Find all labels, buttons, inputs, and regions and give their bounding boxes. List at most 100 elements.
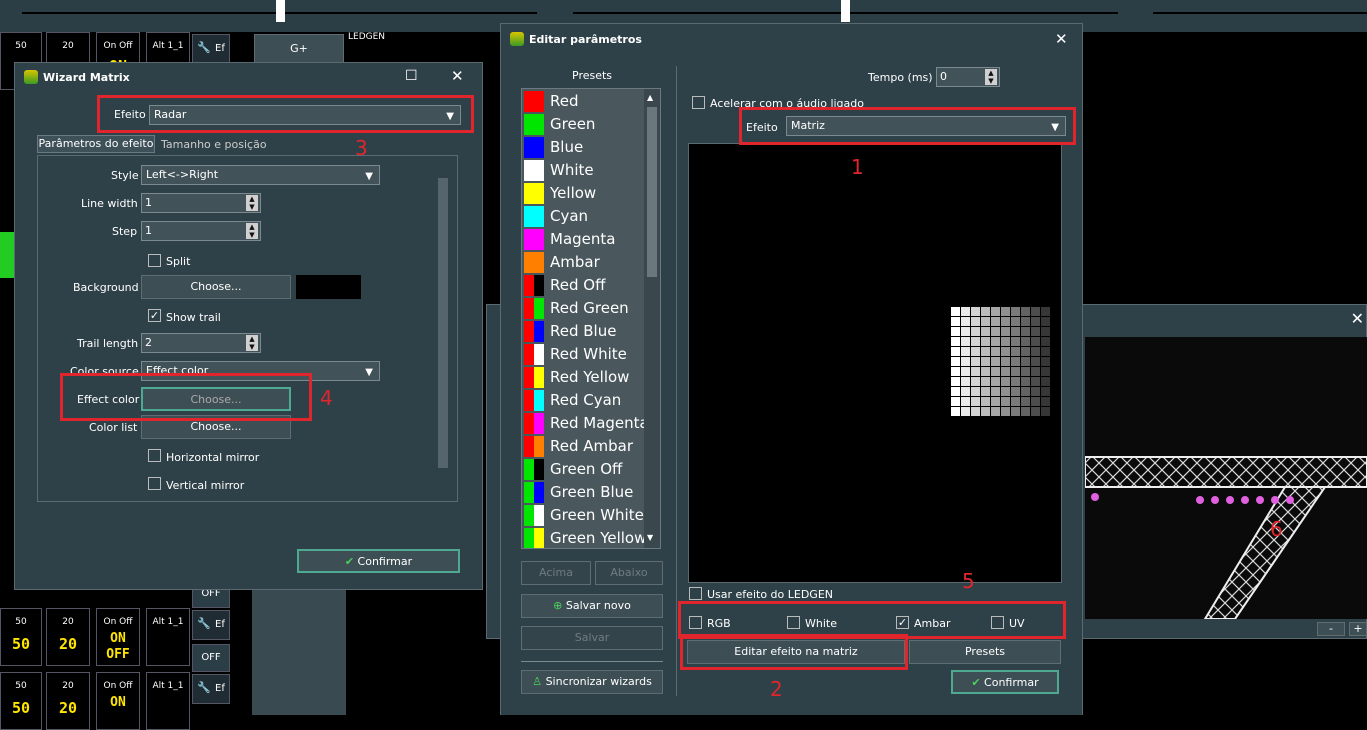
- channel-cell[interactable]: Alt 1_1: [146, 608, 190, 666]
- app-icon: [510, 32, 524, 46]
- preset-item[interactable]: Red Blue: [522, 320, 643, 343]
- preset-item[interactable]: Green Yellow: [522, 527, 646, 548]
- channel-cell[interactable]: 20 20: [46, 672, 90, 730]
- preset-item[interactable]: Red Yellow: [522, 366, 643, 389]
- preset-item[interactable]: Green: [522, 113, 643, 136]
- preset-label: Red Green: [550, 299, 629, 317]
- spin-arrows-icon[interactable]: ▲ ▼: [246, 335, 258, 351]
- chevron-down-icon[interactable]: ▼: [647, 533, 653, 542]
- matrix-pixel: [961, 317, 970, 326]
- preset-item[interactable]: Red Cyan: [522, 389, 643, 412]
- close-icon[interactable]: ✕: [1055, 30, 1068, 48]
- matrix-pixel: [1011, 337, 1020, 346]
- style-select[interactable]: Left<->Right ▼: [141, 165, 380, 185]
- preset-item[interactable]: Cyan: [522, 205, 643, 228]
- move-down-button[interactable]: Abaixo: [595, 561, 663, 585]
- matrix-pixel: [951, 307, 960, 316]
- background-color-swatch[interactable]: [296, 275, 361, 299]
- spin-arrows-icon[interactable]: ▲ ▼: [246, 223, 258, 239]
- matrix-preview[interactable]: [688, 143, 1062, 583]
- channel-cell[interactable]: On Off ON: [96, 672, 140, 730]
- annotation-box-1: [739, 107, 1076, 145]
- cell-label: On Off: [103, 617, 133, 627]
- preset-label: Green Blue: [550, 483, 634, 501]
- off-button[interactable]: OFF: [192, 644, 230, 672]
- channel-cell[interactable]: 20 20: [46, 608, 90, 666]
- preset-item[interactable]: Red Green: [522, 297, 643, 320]
- preset-item[interactable]: Red Off: [522, 274, 643, 297]
- audio-checkbox[interactable]: [692, 96, 705, 109]
- channel-cell[interactable]: Alt 1_1: [146, 672, 190, 730]
- preset-item[interactable]: Red Ambar: [522, 435, 643, 458]
- sync-wizards-button[interactable]: ♙ Sincronizar wizards: [521, 670, 663, 694]
- fader-marker[interactable]: [276, 0, 285, 22]
- preset-item[interactable]: Green White: [522, 504, 644, 527]
- save-button[interactable]: Salvar: [521, 626, 663, 650]
- wizard-confirm-button[interactable]: ✔ Confirmar: [297, 549, 460, 573]
- scrollbar-thumb[interactable]: [438, 178, 448, 468]
- matrix-pixel: [1031, 357, 1040, 366]
- tab-size-position[interactable]: Tamanho e posição: [161, 138, 267, 151]
- effect-cell[interactable]: 🔧 Ef: [192, 610, 230, 640]
- group-add-button[interactable]: G+: [254, 34, 344, 64]
- preset-item[interactable]: Red Magenta: [522, 412, 649, 435]
- scrollbar-thumb[interactable]: [647, 107, 657, 277]
- preset-label: Green Off: [550, 460, 623, 478]
- presets-scrollbar[interactable]: ▲ ▼: [644, 89, 660, 548]
- preset-item[interactable]: Red White: [522, 343, 643, 366]
- matrix-pixel: [1001, 397, 1010, 406]
- horizontal-mirror-checkbox[interactable]: [148, 449, 161, 462]
- spin-arrows-icon[interactable]: ▲ ▼: [985, 69, 997, 85]
- matrix-pixel: [981, 307, 990, 316]
- zoom-in-button[interactable]: +: [1349, 622, 1367, 636]
- preset-item[interactable]: Green Blue: [522, 481, 643, 504]
- check-circle-icon: ✔: [344, 555, 355, 568]
- zoom-out-button[interactable]: -: [1317, 622, 1345, 636]
- preset-item[interactable]: Yellow: [522, 182, 643, 205]
- spin-arrows-icon[interactable]: ▲ ▼: [246, 195, 258, 211]
- effect-cell[interactable]: 🔧 Ef: [192, 34, 230, 64]
- preset-item[interactable]: Red: [522, 90, 643, 113]
- save-new-button[interactable]: ⊕ Salvar novo: [521, 594, 663, 618]
- preset-color-swatch: [534, 436, 544, 457]
- effect-cell[interactable]: 🔧 Ef: [192, 674, 230, 704]
- background-choose-button[interactable]: Choose...: [141, 275, 291, 299]
- trail-length-spinbox[interactable]: 2 ▲ ▼: [141, 333, 261, 353]
- preset-item[interactable]: White: [522, 159, 643, 182]
- preset-item[interactable]: Blue: [522, 136, 643, 159]
- preset-item[interactable]: Green Off: [522, 458, 643, 481]
- chevron-up-icon[interactable]: ▲: [647, 93, 653, 102]
- channel-cell[interactable]: On Off ON OFF: [96, 608, 140, 666]
- tab-effect-params[interactable]: Parâmetros do efeito: [37, 135, 155, 153]
- divider: [521, 661, 663, 662]
- presets-button[interactable]: Presets: [909, 640, 1061, 664]
- presets-items: Red Green Blue White Yellow Cyan Magenta Ambar R…: [522, 90, 649, 548]
- maximize-icon[interactable]: ☐: [405, 68, 418, 84]
- preset-item[interactable]: Magenta: [522, 228, 643, 251]
- ledgen-label: LEDGEN: [348, 32, 386, 42]
- tempo-spinbox[interactable]: 0 ▲ ▼: [936, 67, 1000, 87]
- preset-item[interactable]: Ambar: [522, 251, 643, 274]
- channel-cell[interactable]: 50 50: [0, 608, 42, 666]
- vertical-mirror-checkbox[interactable]: [148, 477, 161, 490]
- scrollbar[interactable]: [436, 162, 450, 492]
- move-up-button[interactable]: Acima: [521, 561, 591, 585]
- trail-length-label: Trail length: [77, 337, 139, 350]
- editor-confirm-button[interactable]: ✔ Confirmar: [951, 670, 1059, 694]
- viewer-canvas[interactable]: [1084, 337, 1367, 620]
- channel-cell[interactable]: 50 50: [0, 672, 42, 730]
- matrix-pixel: [1011, 407, 1020, 416]
- presets-list[interactable]: Red Green Blue White Yellow Cyan Magenta Ambar R…: [521, 88, 661, 549]
- show-trail-checkbox[interactable]: ✓: [148, 309, 161, 322]
- matrix-pixel: [1001, 327, 1010, 336]
- cell-value: 20: [58, 635, 78, 653]
- split-checkbox[interactable]: [148, 254, 161, 267]
- use-ledgen-checkbox[interactable]: [689, 587, 702, 600]
- line-width-spinbox[interactable]: 1 ▲ ▼: [141, 193, 261, 213]
- effect-label: Ef: [215, 683, 225, 694]
- close-icon[interactable]: ✕: [451, 67, 464, 85]
- fader-marker[interactable]: [841, 0, 850, 22]
- step-spinbox[interactable]: 1 ▲ ▼: [141, 221, 261, 241]
- cell-label: Alt 1_1: [152, 681, 184, 691]
- close-icon[interactable]: ✕: [1351, 309, 1364, 328]
